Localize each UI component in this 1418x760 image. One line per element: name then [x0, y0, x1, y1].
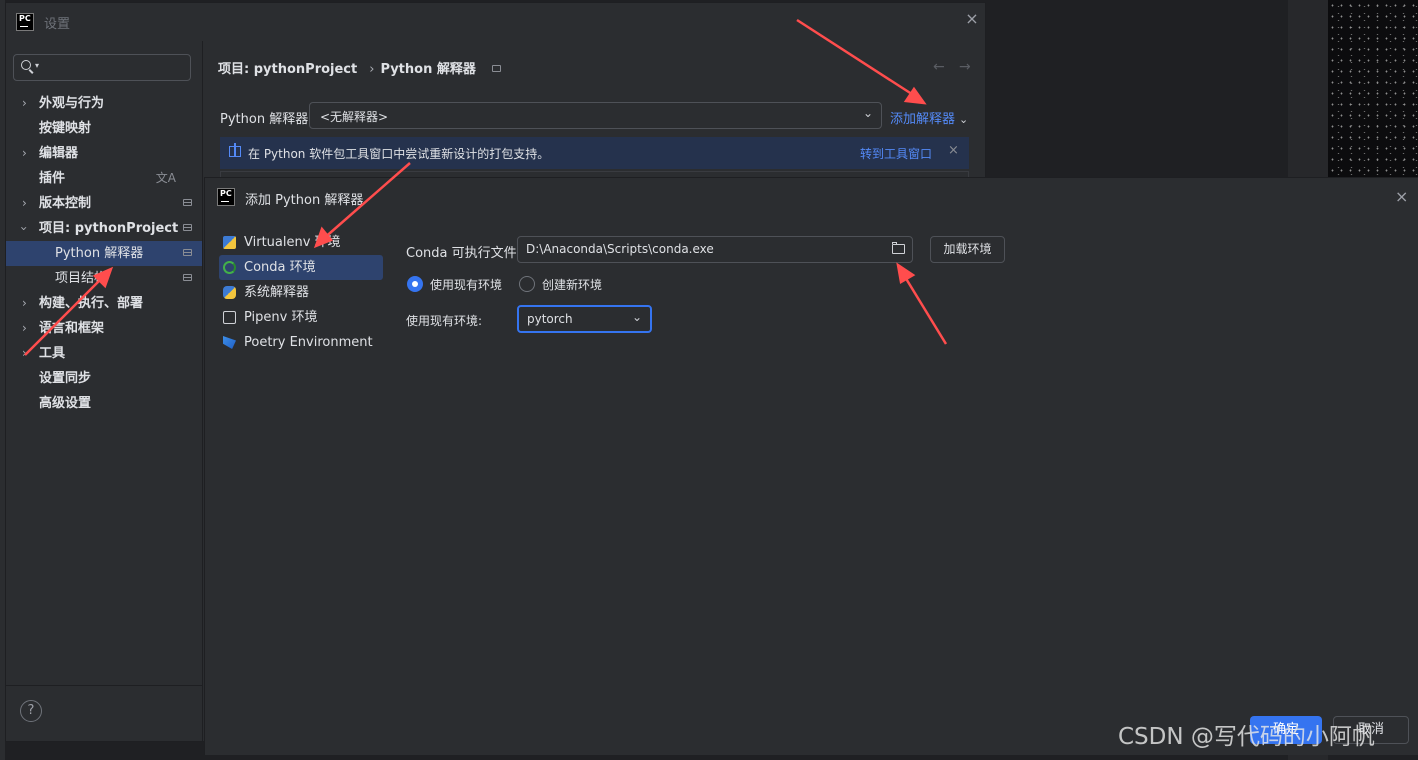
create-new-env-radio[interactable]: [519, 276, 535, 292]
tree-item-vcs[interactable]: › 版本控制: [6, 191, 202, 216]
env-type-conda[interactable]: Conda 环境: [219, 255, 383, 280]
env-type-system[interactable]: 系统解释器: [219, 280, 383, 305]
chevron-down-icon: ⌄: [862, 106, 873, 120]
env-type-pipenv[interactable]: Pipenv 环境: [219, 305, 383, 330]
tree-item-editor[interactable]: › 编辑器: [6, 141, 202, 166]
breadcrumb-project[interactable]: 项目: pythonProject: [218, 62, 357, 77]
virtualenv-icon: [223, 236, 236, 249]
chevron-right-icon: ›: [22, 96, 27, 110]
conda-icon: [223, 261, 236, 274]
chevron-right-icon: ›: [22, 296, 27, 310]
close-icon[interactable]: ×: [964, 11, 980, 27]
poetry-icon: [223, 336, 236, 349]
load-environments-button[interactable]: 加载环境: [930, 236, 1005, 263]
dialog-title: 添加 Python 解释器: [245, 193, 364, 208]
use-existing-env-radio[interactable]: [407, 276, 423, 292]
go-to-tool-window-link[interactable]: 转到工具窗口: [860, 145, 932, 162]
tree-item-build[interactable]: › 构建、执行、部署: [6, 291, 202, 316]
interpreter-select-value: <无解释器>: [320, 110, 389, 124]
python-icon: [223, 286, 236, 299]
conda-executable-label: Conda 可执行文件:: [406, 246, 522, 261]
project-scope-icon: [183, 249, 192, 256]
tree-item-tools[interactable]: › 工具: [6, 341, 202, 366]
pipenv-icon: [223, 311, 236, 324]
back-arrow-icon[interactable]: ←: [933, 59, 945, 75]
chevron-right-icon: ›: [22, 146, 27, 160]
settings-title: 设置: [44, 17, 71, 32]
gift-icon: [229, 143, 241, 157]
create-new-env-label[interactable]: 创建新环境: [542, 276, 602, 293]
translate-icon: 文A: [155, 171, 176, 185]
breadcrumb: 项目: pythonProject › Python 解释器: [218, 58, 507, 77]
tree-item-languages[interactable]: › 语言和框架: [6, 316, 202, 341]
tree-item-python-interpreter[interactable]: Python 解释器: [6, 241, 202, 266]
search-options-chevron-icon[interactable]: ▾: [35, 61, 39, 70]
tree-item-appearance[interactable]: › 外观与行为: [6, 91, 202, 116]
tree-item-project-structure[interactable]: 项目结构: [6, 266, 202, 291]
breadcrumb-page: Python 解释器: [380, 62, 476, 77]
env-type-virtualenv[interactable]: Virtualenv 环境: [219, 230, 383, 255]
tree-item-plugins[interactable]: 插件 文A: [6, 166, 202, 191]
background-starfield: [1328, 0, 1418, 178]
close-icon[interactable]: ×: [948, 143, 959, 158]
chevron-right-icon: ›: [22, 321, 27, 335]
sidebar-bottom-divider: [6, 685, 202, 686]
help-button[interactable]: ?: [20, 700, 42, 722]
chevron-down-icon: ⌄: [631, 310, 642, 324]
forward-arrow-icon[interactable]: →: [959, 59, 971, 75]
pycharm-logo-icon: PC: [16, 13, 34, 31]
interpreter-label: Python 解释器:: [220, 112, 313, 127]
chevron-down-icon: ⌄: [959, 113, 969, 126]
tree-item-settings-sync[interactable]: 设置同步: [6, 366, 202, 391]
project-scope-icon: [183, 199, 192, 206]
close-icon[interactable]: ×: [1395, 187, 1408, 206]
chevron-right-icon: ›: [22, 346, 27, 360]
tree-item-project[interactable]: › 项目: pythonProject: [6, 216, 202, 241]
pycharm-logo-icon: PC: [217, 188, 235, 206]
add-interpreter-link[interactable]: 添加解释器 ⌄: [890, 108, 968, 127]
project-scope-icon: [491, 65, 501, 72]
chevron-right-icon: ›: [22, 196, 27, 210]
search-icon: [21, 60, 31, 70]
folder-icon[interactable]: [892, 242, 905, 254]
project-scope-icon: [183, 224, 192, 231]
existing-env-value: pytorch: [527, 312, 573, 326]
interpreter-select[interactable]: <无解释器> ⌄: [309, 102, 882, 129]
tree-item-keymap[interactable]: 按键映射: [6, 116, 202, 141]
banner-text: 在 Python 软件包工具窗口中尝试重新设计的打包支持。: [248, 147, 550, 161]
conda-executable-value: D:\Anaconda\Scripts\conda.exe: [526, 242, 714, 256]
chevron-down-icon: ›: [16, 226, 31, 231]
settings-titlebar: PC 设置 ×: [6, 3, 985, 41]
env-type-poetry[interactable]: Poetry Environment: [219, 330, 383, 355]
csdn-watermark: CSDN @写代码的小阿帆: [1118, 724, 1375, 750]
existing-env-label: 使用现有环境:: [406, 314, 483, 328]
conda-executable-field[interactable]: D:\Anaconda\Scripts\conda.exe: [517, 236, 913, 263]
breadcrumb-separator-icon: ›: [369, 62, 375, 77]
project-scope-icon: [183, 274, 192, 281]
settings-search-input[interactable]: ▾: [13, 54, 191, 81]
existing-env-select[interactable]: pytorch ⌄: [517, 305, 652, 333]
info-banner: 在 Python 软件包工具窗口中尝试重新设计的打包支持。 转到工具窗口 ×: [220, 137, 969, 169]
add-interpreter-dialog: PC 添加 Python 解释器 × Virtualenv 环境 Conda 环…: [204, 177, 1418, 755]
sidebar-divider: [202, 41, 203, 741]
use-existing-env-label[interactable]: 使用现有环境: [430, 276, 502, 293]
tree-item-advanced[interactable]: 高级设置: [6, 391, 202, 416]
